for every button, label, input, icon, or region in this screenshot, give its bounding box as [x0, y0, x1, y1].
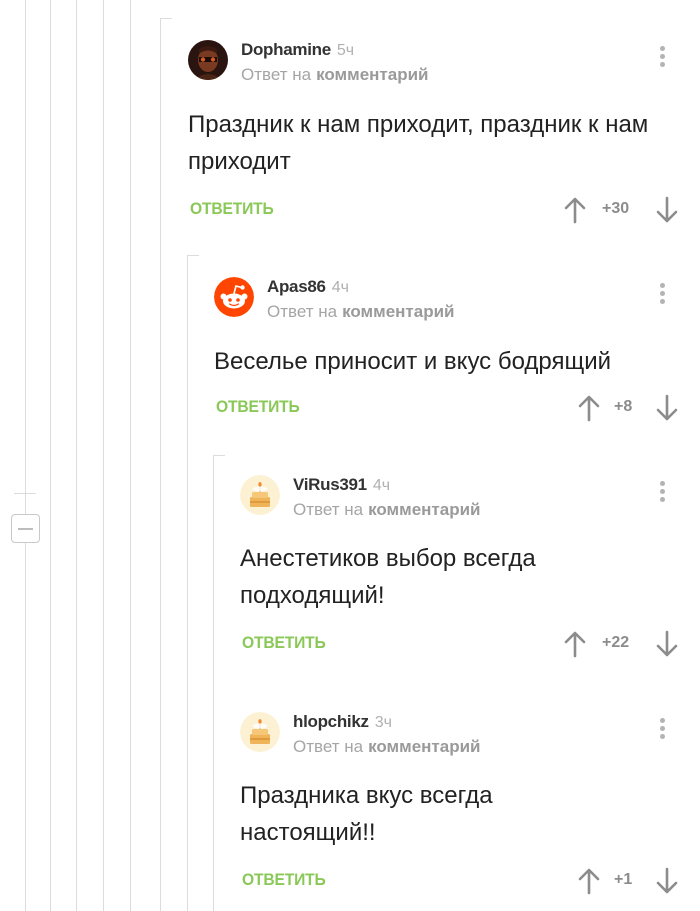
thread-line [50, 0, 51, 911]
more-options-icon[interactable] [658, 481, 666, 505]
reply-info: Ответ на комментарий [293, 500, 480, 520]
comment: Apas86 4ч Ответ на комментарий Веселье при… [214, 277, 680, 437]
author-name[interactable]: Dophamine [241, 40, 331, 59]
vote-controls: +1 [578, 867, 680, 895]
comment-score: +1 [614, 871, 633, 888]
comment: ViRus391 4ч Ответ на комментарий Анестетик… [240, 475, 680, 665]
reply-prefix: Ответ на [293, 737, 364, 756]
comment-author-line: hlopchikz 3ч [293, 712, 392, 732]
author-name[interactable]: hlopchikz [293, 712, 369, 731]
upvote-arrow-icon[interactable] [578, 867, 600, 895]
reply-button[interactable]: ОТВЕТИТЬ [242, 633, 326, 653]
thread-line [103, 0, 104, 911]
downvote-arrow-icon[interactable] [656, 630, 678, 658]
comment-score: +8 [614, 398, 633, 415]
author-name[interactable]: ViRus391 [293, 475, 367, 494]
upvote-arrow-icon[interactable] [564, 630, 586, 658]
portrait-avatar-icon[interactable] [188, 40, 228, 80]
reply-prefix: Ответ на [241, 65, 312, 84]
vote-controls: +30 [564, 196, 680, 224]
comment-text: Веселье приносит и вкус бодрящий [214, 348, 612, 375]
reply-target-link[interactable]: комментарий [316, 65, 428, 84]
thread-line [160, 18, 161, 911]
thread-line [130, 0, 131, 911]
comment-author-line: Apas86 4ч [267, 277, 349, 297]
comment-score: +30 [602, 200, 630, 217]
comment-time: 3ч [374, 714, 392, 731]
comment-text: Праздника вкус всегда настоящий!! [240, 782, 493, 846]
more-options-icon[interactable] [658, 718, 666, 742]
downvote-arrow-icon[interactable] [656, 867, 678, 895]
reply-info: Ответ на комментарий [267, 302, 454, 322]
thread-line [76, 0, 77, 911]
comment-author-line: ViRus391 4ч [293, 475, 390, 495]
reply-prefix: Ответ на [267, 302, 338, 321]
comment: hlopchikz 3ч Ответ на комментарий Праздник… [240, 712, 680, 902]
more-options-icon[interactable] [658, 46, 666, 70]
more-options-icon[interactable] [658, 283, 666, 307]
reply-target-link[interactable]: комментарий [342, 302, 454, 321]
thread-line [14, 493, 36, 494]
thread-line [187, 255, 199, 256]
comment-author-line: Dophamine 5ч [241, 40, 354, 60]
comment: Dophamine 5ч Ответ на комментарий Праздник… [188, 40, 680, 230]
upvote-arrow-icon[interactable] [578, 394, 600, 422]
author-name[interactable]: Apas86 [267, 277, 326, 296]
thread-line [160, 18, 172, 19]
reply-target-link[interactable]: комментарий [368, 737, 480, 756]
reply-button[interactable]: ОТВЕТИТЬ [190, 199, 274, 219]
vote-controls: +22 [564, 630, 680, 658]
default-cake-avatar-icon[interactable] [240, 475, 280, 515]
thread-line [187, 255, 188, 911]
reply-button[interactable]: ОТВЕТИТЬ [242, 870, 326, 890]
comment-score: +22 [602, 634, 630, 651]
comment-time: 4ч [331, 279, 349, 296]
downvote-arrow-icon[interactable] [656, 196, 678, 224]
comment-time: 5ч [336, 42, 355, 59]
comment-time: 4ч [372, 477, 391, 494]
comment-text: Анестетиков выбор всегда подходящий! [240, 545, 536, 609]
reply-target-link[interactable]: комментарий [368, 500, 480, 519]
reply-prefix: Ответ на [293, 500, 364, 519]
downvote-arrow-icon[interactable] [656, 394, 678, 422]
comment-text: Праздник к нам приходит, праздник к нам … [188, 111, 649, 175]
reddit-alien-icon[interactable] [214, 277, 254, 317]
thread-line [25, 0, 26, 911]
reply-info: Ответ на комментарий [241, 65, 428, 85]
collapse-thread-button[interactable] [11, 514, 40, 543]
upvote-arrow-icon[interactable] [564, 196, 586, 224]
vote-controls: +8 [578, 394, 680, 422]
thread-line [213, 455, 225, 456]
thread-line [213, 455, 214, 911]
reply-info: Ответ на комментарий [293, 737, 480, 757]
default-cake-avatar-icon[interactable] [240, 712, 280, 752]
reply-button[interactable]: ОТВЕТИТЬ [216, 397, 300, 417]
